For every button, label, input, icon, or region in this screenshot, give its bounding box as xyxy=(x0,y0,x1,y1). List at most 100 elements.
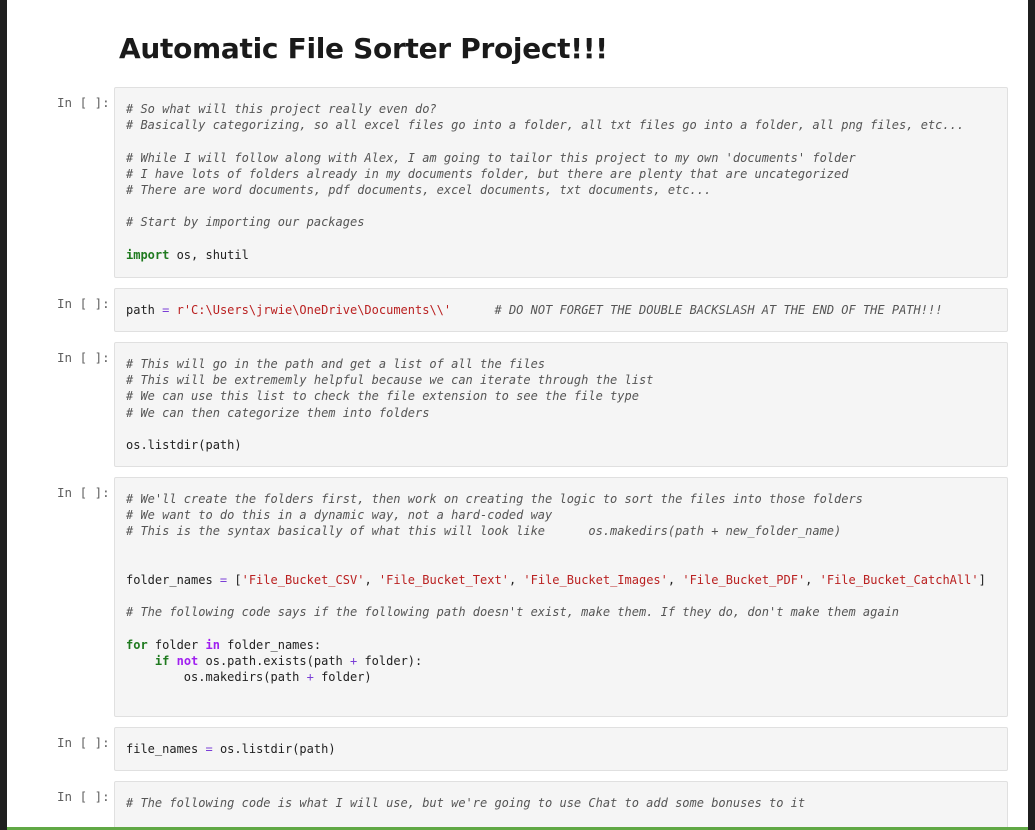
code-line: os.listdir(path) xyxy=(126,437,996,453)
code-token: path xyxy=(126,303,163,317)
code-token: , xyxy=(508,572,524,587)
code-token: in xyxy=(205,637,220,652)
code-line: # This is the syntax basically of what t… xyxy=(126,523,996,539)
window-right-edge xyxy=(1028,0,1035,830)
code-token: = xyxy=(205,742,213,756)
code-line: file_names = os.listdir(path) xyxy=(126,741,996,757)
code-comment: # We want to do this in a dynamic way, n… xyxy=(126,508,553,523)
code-line: for folder in folder_names: xyxy=(126,637,996,653)
code-line: # We'll create the folders first, then w… xyxy=(126,491,996,507)
code-line: # This will go in the path and get a lis… xyxy=(126,356,996,372)
code-comment: # We can then categorize them into folde… xyxy=(126,405,430,420)
code-comment: # I have lots of folders already in my d… xyxy=(126,166,849,181)
code-token: folder) xyxy=(313,670,372,685)
code-line: # The following code is what I will use,… xyxy=(126,795,996,811)
code-comment: # So what will this project really even … xyxy=(126,102,437,116)
cell-code[interactable]: # The following code is what I will use,… xyxy=(115,782,1007,824)
cell-prompt: In [ ]: xyxy=(57,789,110,804)
code-token: + xyxy=(306,670,314,685)
code-token: ] xyxy=(978,572,986,587)
cell-code[interactable]: # We'll create the folders first, then w… xyxy=(115,478,1007,731)
code-line: # I have lots of folders already in my d… xyxy=(126,166,996,182)
code-line: # While I will follow along with Alex, I… xyxy=(126,150,996,166)
code-comment: # There are word documents, pdf document… xyxy=(126,183,712,197)
code-line: os.makedirs(path + folder) xyxy=(126,669,996,685)
code-cell-6[interactable]: In [ ]: # The following code is what I w… xyxy=(7,781,1028,830)
code-line: # We want to do this in a dynamic way, n… xyxy=(126,507,996,523)
code-line: # The following code says if the followi… xyxy=(126,604,996,620)
code-line: folder_names = ['File_Bucket_CSV', 'File… xyxy=(126,572,996,588)
cell-input-area[interactable]: path = r'C:\Users\jrwie\OneDrive\Documen… xyxy=(114,288,1008,332)
cell-code[interactable]: # This will go in the path and get a lis… xyxy=(115,343,1007,466)
code-token: 'File_Bucket_PDF' xyxy=(682,572,806,587)
notebook-title: Automatic File Sorter Project!!! xyxy=(119,32,608,65)
cell-input-area[interactable]: # We'll create the folders first, then w… xyxy=(114,477,1008,717)
code-token: not xyxy=(176,653,199,668)
cell-code[interactable]: path = r'C:\Users\jrwie\OneDrive\Documen… xyxy=(115,289,1007,331)
cell-input-area[interactable]: # So what will this project really even … xyxy=(114,87,1008,278)
code-cell-4[interactable]: In [ ]: # We'll create the folders first… xyxy=(7,477,1028,717)
notebook-container: Automatic File Sorter Project!!! In [ ]:… xyxy=(7,0,1028,830)
code-token: r'C:\Users\jrwie\OneDrive\Documents\\' xyxy=(176,303,452,317)
code-line: # This will be extrememly helpful becaus… xyxy=(126,372,996,388)
code-line: import os, shutil xyxy=(126,247,996,263)
code-token: , xyxy=(364,572,379,587)
code-token: 'File_Bucket_Images' xyxy=(523,572,668,587)
code-token: # DO NOT FORGET THE DOUBLE BACKSLASH AT … xyxy=(494,303,943,317)
code-token: file_names xyxy=(126,742,206,756)
code-comment: # This will be extrememly helpful becaus… xyxy=(126,373,654,388)
code-line: # Basically categorizing, so all excel f… xyxy=(126,117,996,133)
code-comment: # The following code is what I will use,… xyxy=(126,796,806,810)
code-line: # So what will this project really even … xyxy=(126,101,996,117)
code-token: import xyxy=(126,247,170,262)
code-token: , xyxy=(667,572,683,587)
code-token: if xyxy=(154,653,170,668)
cell-prompt: In [ ]: xyxy=(57,296,110,311)
code-cell-1[interactable]: In [ ]: # So what will this project real… xyxy=(7,87,1028,278)
code-token: folder_names xyxy=(126,572,220,587)
code-token: os.makedirs(path xyxy=(126,670,307,685)
code-comment: # Start by importing our packages xyxy=(126,215,365,230)
code-token: folder_names: xyxy=(219,637,322,652)
code-line: # Start by importing our packages xyxy=(126,214,996,230)
code-line: # There are word documents, pdf document… xyxy=(126,182,996,198)
cell-input-area[interactable]: # The following code is what I will use,… xyxy=(114,781,1008,830)
code-line: # We can then categorize them into folde… xyxy=(126,405,996,421)
code-token: os, shutil xyxy=(169,247,249,262)
code-token: os.listdir(path) xyxy=(212,742,336,756)
code-cell-2[interactable]: In [ ]: path = r'C:\Users\jrwie\OneDrive… xyxy=(7,288,1028,332)
code-cell-5[interactable]: In [ ]: file_names = os.listdir(path) xyxy=(7,727,1028,771)
code-cell-3[interactable]: In [ ]: # This will go in the path and g… xyxy=(7,342,1028,467)
cell-prompt: In [ ]: xyxy=(57,95,110,110)
window-left-edge xyxy=(0,0,7,830)
code-token: , xyxy=(805,572,820,587)
code-comment: # We'll create the folders first, then w… xyxy=(126,492,863,506)
cell-code[interactable]: # So what will this project really even … xyxy=(115,88,1007,276)
code-token: for xyxy=(126,637,148,652)
cell-prompt: In [ ]: xyxy=(57,485,110,500)
code-token: os.path.exists(path xyxy=(198,653,350,668)
code-line: path = r'C:\Users\jrwie\OneDrive\Documen… xyxy=(126,302,996,318)
code-token: [ xyxy=(227,572,242,587)
cell-input-area[interactable]: file_names = os.listdir(path) xyxy=(114,727,1008,771)
code-comment: # Basically categorizing, so all excel f… xyxy=(126,118,965,133)
cell-input-area[interactable]: # This will go in the path and get a lis… xyxy=(114,342,1008,467)
code-comment: # This is the syntax basically of what t… xyxy=(126,524,842,539)
code-token: folder): xyxy=(357,653,423,668)
code-line: # We can use this list to check the file… xyxy=(126,388,996,404)
code-token: os.listdir(path) xyxy=(126,438,242,452)
code-line: if not os.path.exists(path + folder): xyxy=(126,653,996,669)
code-token: folder xyxy=(147,637,206,652)
cell-code[interactable]: file_names = os.listdir(path) xyxy=(115,728,1007,770)
